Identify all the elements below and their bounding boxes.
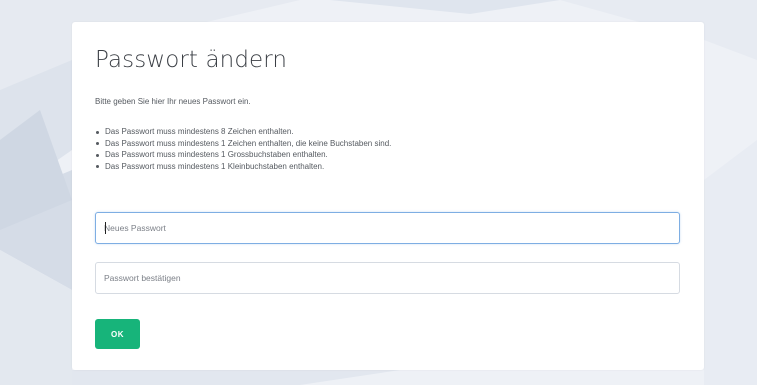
requirement-item: Das Passwort muss mindestens 8 Zeichen e… <box>95 126 391 138</box>
new-password-input[interactable] <box>95 212 680 244</box>
requirement-text: Das Passwort muss mindestens 1 Zeichen e… <box>105 138 392 148</box>
bullet-icon <box>96 130 99 134</box>
change-password-card: Passwort ändern Bitte geben Sie hier Ihr… <box>72 22 704 370</box>
password-requirements-list: Das Passwort muss mindestens 8 Zeichen e… <box>95 126 391 172</box>
bullet-icon <box>96 142 99 145</box>
page-title: Passwort ändern <box>95 47 288 73</box>
requirement-text: Das Passwort muss mindestens 8 Zeichen e… <box>105 127 294 136</box>
ok-button[interactable]: OK <box>95 319 140 349</box>
text-cursor <box>105 222 106 234</box>
requirement-text: Das Passwort muss mindestens 1 Kleinbuch… <box>105 161 325 171</box>
bullet-icon <box>96 165 99 168</box>
bullet-icon <box>96 153 99 157</box>
confirm-password-input[interactable] <box>95 262 680 294</box>
intro-text: Bitte geben Sie hier Ihr neues Passwort … <box>95 97 251 106</box>
requirement-item: Das Passwort muss mindestens 1 Grossbuch… <box>95 149 391 161</box>
requirement-item: Das Passwort muss mindestens 1 Kleinbuch… <box>95 161 391 173</box>
requirement-text: Das Passwort muss mindestens 1 Grossbuch… <box>105 150 328 159</box>
requirement-item: Das Passwort muss mindestens 1 Zeichen e… <box>95 138 391 150</box>
